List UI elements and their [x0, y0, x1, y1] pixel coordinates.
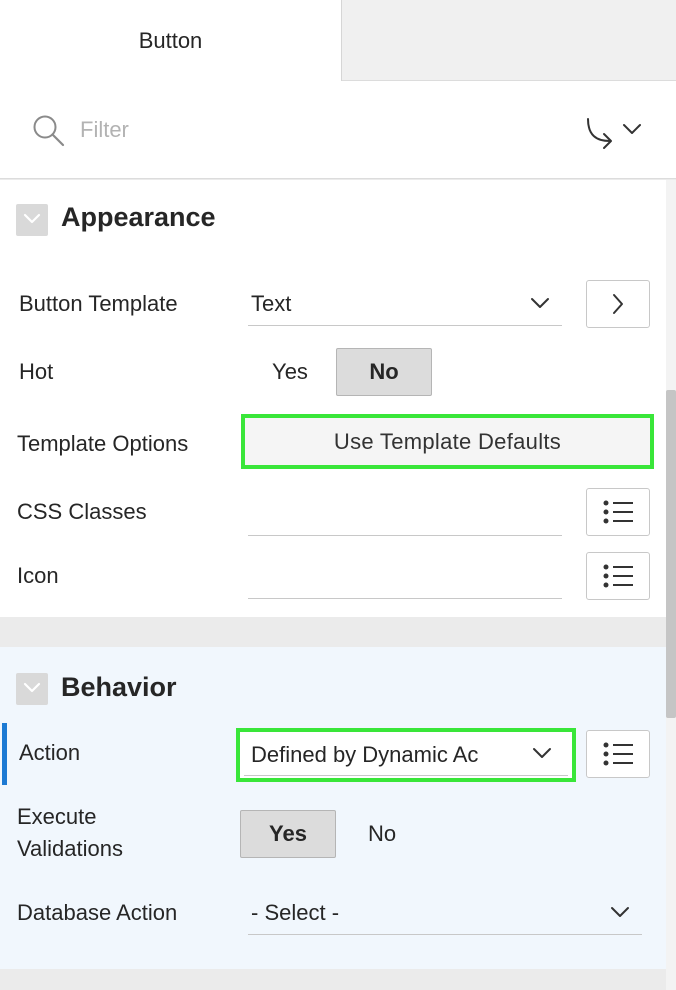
collapse-behavior-button[interactable] [16, 673, 48, 705]
icon-label: Icon [17, 563, 59, 588]
scrollbar-thumb[interactable] [666, 390, 676, 718]
tab-bar: Button [0, 0, 676, 82]
execute-validations-label-line1: Execute [17, 804, 97, 829]
hot-no-button[interactable]: No [336, 348, 432, 396]
action-value: Defined by Dynamic Ac [251, 742, 479, 767]
list-icon [603, 564, 633, 588]
search-icon [33, 115, 65, 147]
chevron-down-icon [533, 748, 551, 758]
button-template-value: Text [251, 291, 292, 316]
hot-label: Hot [19, 359, 54, 384]
section-behavior: Behavior Action Defined by Dynamic Ac Ex… [0, 647, 666, 969]
collapse-appearance-button[interactable] [16, 204, 48, 236]
database-action-label: Database Action [17, 900, 178, 925]
css-classes-label: CSS Classes [17, 499, 147, 524]
section-appearance: Appearance Button Template Text Hot Yes … [0, 180, 666, 617]
tab-button[interactable]: Button [0, 0, 342, 82]
property-editor[interactable]: Appearance Button Template Text Hot Yes … [0, 180, 666, 990]
icon-list-button[interactable] [586, 552, 650, 600]
section-title-behavior: Behavior [61, 672, 177, 702]
button-template-select[interactable]: Text [248, 282, 562, 326]
button-template-open-button[interactable] [586, 280, 650, 328]
chevron-right-icon [613, 294, 623, 314]
css-classes-list-button[interactable] [586, 488, 650, 536]
button-template-label: Button Template [19, 291, 178, 316]
action-list-button[interactable] [586, 730, 650, 778]
template-options-label: Template Options [17, 431, 189, 456]
action-select[interactable]: Defined by Dynamic Ac [236, 728, 576, 782]
chevron-down-icon [23, 682, 41, 693]
execute-validations-label-line2: Validations [17, 836, 123, 861]
filter-input[interactable] [80, 111, 480, 149]
hot-yes-button[interactable]: Yes [242, 349, 338, 397]
filter-bar [0, 81, 676, 179]
css-classes-input[interactable] [248, 490, 562, 536]
database-action-value: - Select - [251, 900, 340, 925]
execute-validations-yes-button[interactable]: Yes [240, 810, 336, 858]
chevron-down-icon [531, 298, 549, 308]
action-label: Action [19, 740, 81, 765]
action-focus-marker [2, 723, 7, 785]
template-options-button[interactable]: Use Template Defaults [241, 414, 654, 469]
execute-validations-no-button[interactable]: No [336, 811, 428, 859]
action-underline [244, 775, 568, 776]
list-icon [603, 500, 633, 524]
list-icon [603, 742, 633, 766]
section-title-appearance: Appearance [61, 202, 216, 232]
database-action-select[interactable]: - Select - [248, 891, 642, 935]
icon-input[interactable] [248, 553, 562, 599]
chevron-down-icon [611, 907, 629, 917]
chevron-down-icon [23, 213, 41, 224]
go-to-group-icon[interactable] [580, 111, 646, 151]
